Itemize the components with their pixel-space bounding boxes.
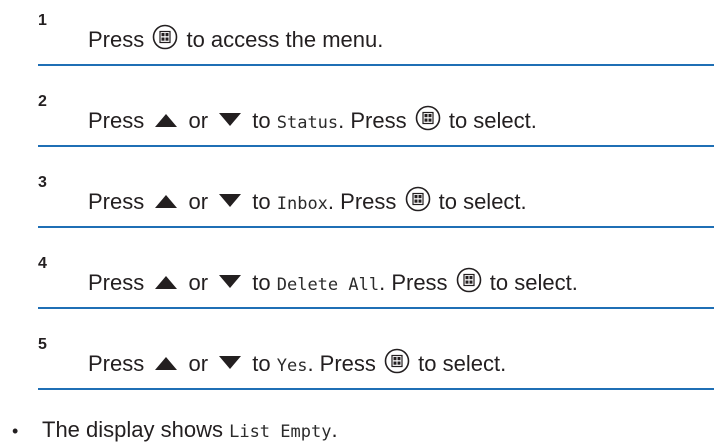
menu-ok-button-icon [152, 24, 178, 58]
step-text-segment: to [246, 189, 277, 214]
step-text-segment: or [182, 270, 215, 295]
result-bullet-item: • The display shows List Empty. [12, 415, 338, 447]
step-text-segment: . Press [338, 108, 413, 133]
step-number: 3 [38, 174, 47, 191]
display-menu-text: Delete All [276, 275, 380, 295]
step-text-segment: Press [88, 27, 151, 52]
step-text: Press or to Delete All. Press to select. [88, 267, 578, 301]
step-text-segment: to select. [442, 108, 537, 133]
step-text-segment: to [246, 108, 277, 133]
step-number: 5 [38, 336, 47, 353]
step-text-segment: or [182, 351, 215, 376]
step-divider [38, 307, 714, 309]
step-text-segment: to select. [483, 270, 578, 295]
step-number: 2 [38, 93, 47, 110]
down-arrow-icon [218, 106, 242, 136]
menu-ok-button-icon [384, 348, 410, 382]
display-menu-text: Yes [276, 356, 308, 376]
menu-ok-button-icon [415, 105, 441, 139]
menu-ok-button-icon [456, 267, 482, 301]
result-text: The display shows [42, 417, 230, 442]
steps-list: 1 Press to access the menu. 2 Press or to S… [38, 0, 714, 405]
step-text-segment: . Press [307, 351, 383, 376]
step-text-segment: Press [88, 270, 151, 295]
step-divider [38, 388, 714, 390]
display-menu-text: Status [276, 113, 339, 133]
step-text-segment: to [246, 270, 277, 295]
result-display-text: List Empty [229, 422, 332, 442]
step-text-segment: Press [88, 351, 151, 376]
step-text: Press or to Inbox. Press to select. [88, 186, 527, 220]
step-item: 1 Press to access the menu. [38, 0, 714, 81]
step-item: 2 Press or to Status. Press to select. [38, 81, 714, 162]
step-item: 3 Press or to Inbox. Press to select. [38, 162, 714, 243]
step-text-segment: Press [88, 108, 151, 133]
step-item: 4 Press or to Delete All. Press to select… [38, 243, 714, 324]
menu-ok-button-icon [405, 186, 431, 220]
bullet-marker: • [12, 421, 19, 441]
step-text-segment: to access the menu. [180, 27, 384, 52]
down-arrow-icon [218, 187, 242, 217]
step-text-segment: . Press [327, 189, 403, 214]
up-arrow-icon [154, 187, 178, 217]
step-item: 5 Press or to Yes. Press to select. [38, 324, 714, 405]
result-text-end: . [331, 417, 338, 442]
step-number: 1 [38, 12, 47, 29]
step-divider [38, 226, 714, 228]
up-arrow-icon [154, 268, 178, 298]
step-text: Press or to Status. Press to select. [88, 105, 537, 139]
up-arrow-icon [154, 349, 178, 379]
step-text-segment: . Press [379, 270, 454, 295]
display-menu-text: Inbox [276, 194, 328, 214]
up-arrow-icon [154, 106, 178, 136]
down-arrow-icon [218, 349, 242, 379]
step-text-segment: to select. [412, 351, 507, 376]
step-text: Press to access the menu. [88, 24, 383, 58]
step-text: Press or to Yes. Press to select. [88, 348, 506, 382]
step-text-segment: to [246, 351, 277, 376]
step-text-segment: or [182, 189, 215, 214]
step-divider [38, 64, 714, 66]
step-text-segment: Press [88, 189, 151, 214]
step-text-segment: or [182, 108, 215, 133]
step-text-segment: to select. [432, 189, 527, 214]
step-number: 4 [38, 255, 47, 272]
down-arrow-icon [218, 268, 242, 298]
step-divider [38, 145, 714, 147]
